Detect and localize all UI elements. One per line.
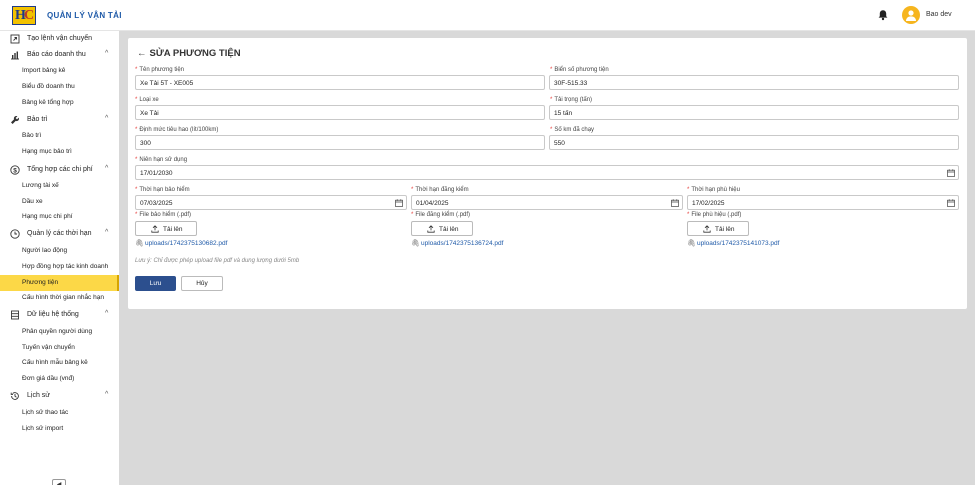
sidebar-group-revenue-report[interactable]: Báo cáo doanh thu ^ — [0, 47, 119, 63]
bell-icon[interactable] — [877, 9, 889, 21]
wrench-icon — [11, 115, 20, 124]
avatar[interactable] — [902, 6, 920, 24]
load-input[interactable]: 15 tấn — [549, 105, 959, 120]
collapse-sidebar-button[interactable]: ◀ — [52, 479, 66, 485]
load-label: * Tải trọng (tấn) — [550, 97, 593, 103]
sidebar-item-revenue-chart[interactable]: Biểu đồ doanh thu — [0, 79, 119, 95]
badge-exp-label: * Thời hạn phù hiệu — [687, 187, 740, 193]
sidebar-group-system-data[interactable]: Dữ liệu hệ thống ^ — [0, 307, 119, 323]
sidebar-item-workers[interactable]: Người lao động — [0, 243, 119, 259]
sidebar-item-cost-categories[interactable]: Hạng mục chi phí — [0, 209, 119, 225]
service-life-label: * Niên hạn sử dụng — [135, 157, 188, 163]
chevron-up-icon: ^ — [105, 391, 109, 398]
sidebar-item-fuel-price[interactable]: Đơn giá dầu (vnđ) — [0, 371, 119, 387]
sidebar-item-maintenance-categories[interactable]: Hạng mục bảo trì — [0, 144, 119, 160]
sidebar-item-business-contract[interactable]: Hợp đồng hợp tác kinh doanh — [0, 259, 119, 275]
edit-vehicle-panel: ← SỬA PHƯƠNG TIỆN * Tên phương tiện Xe Tải… — [128, 38, 967, 309]
upload-icon — [703, 225, 711, 233]
chevron-up-icon: ^ — [105, 229, 109, 236]
back-arrow-icon[interactable]: ← — [137, 48, 147, 59]
sidebar-item-summary-statement[interactable]: Bảng kê tổng hợp — [0, 95, 119, 111]
sidebar-group-history[interactable]: Lịch sử ^ — [0, 388, 119, 404]
km-input[interactable]: 550 — [549, 135, 959, 150]
paperclip-icon: 🖇 — [687, 240, 696, 247]
plate-input[interactable]: 30F-515.33 — [549, 75, 959, 90]
insurance-exp-date-input[interactable]: 07/03/2025 — [135, 195, 407, 210]
calendar-icon[interactable] — [947, 199, 955, 207]
sidebar-item-action-history[interactable]: Lịch sử thao tác — [0, 405, 119, 421]
sidebar: Tạo lệnh vận chuyển Báo cáo doanh thu ^ … — [0, 31, 119, 485]
upload-icon — [427, 225, 435, 233]
paperclip-icon: 🖇 — [135, 240, 144, 247]
badge-exp-date-input[interactable]: 17/02/2025 — [687, 195, 959, 210]
sidebar-item-create-order[interactable]: Tạo lệnh vận chuyển — [0, 31, 119, 47]
sidebar-group-costs[interactable]: $ Tổng hợp các chi phí ^ — [0, 162, 119, 178]
chevron-up-icon: ^ — [105, 165, 109, 172]
clock-icon — [10, 229, 20, 239]
paperclip-icon: 🖇 — [411, 240, 420, 247]
sidebar-item-vehicles[interactable]: Phương tiện — [0, 275, 119, 291]
vehicle-name-input[interactable]: Xe Tải 5T - XE005 — [135, 75, 545, 90]
page-title: ← SỬA PHƯƠNG TIỆN — [137, 48, 241, 59]
sidebar-item-user-permissions[interactable]: Phân quyền người dùng — [0, 324, 119, 340]
cancel-button[interactable]: Hủy — [181, 276, 223, 291]
vehicle-type-input[interactable]: Xe Tải — [135, 105, 545, 120]
service-life-date-input[interactable]: 17/01/2030 — [135, 165, 959, 180]
sidebar-item-import-history[interactable]: Lịch sử import — [0, 421, 119, 437]
external-square-icon — [10, 34, 20, 44]
calendar-icon[interactable] — [395, 199, 403, 207]
chevron-up-icon: ^ — [105, 310, 109, 317]
bar-chart-icon — [11, 51, 19, 60]
upload-icon — [151, 225, 159, 233]
badge-file-label: * File phù hiệu (.pdf) — [687, 212, 742, 218]
badge-file-link[interactable]: uploads/1742375141073.pdf — [697, 240, 779, 247]
vehicle-name-label: * Tên phương tiện — [135, 67, 184, 73]
fuel-norm-label: * Định mức tiêu hao (lít/100km) — [135, 127, 219, 133]
vehicle-type-label: * Loại xe — [135, 97, 159, 103]
km-label: * Số km đã chạy — [550, 127, 595, 133]
user-name[interactable]: Bao dev — [926, 11, 952, 18]
inspection-file-link[interactable]: uploads/1742375136724.pdf — [421, 240, 503, 247]
plate-label: * Biển số phương tiện — [550, 67, 609, 73]
sidebar-item-reminder-config[interactable]: Cấu hình thời gian nhắc hạn — [0, 290, 119, 306]
sidebar-item-driver-salary[interactable]: Lương tài xế — [0, 178, 119, 194]
app-logo[interactable]: HC — [12, 6, 36, 25]
insurance-file-link[interactable]: uploads/1742375130682.pdf — [145, 240, 227, 247]
sidebar-item-fuel[interactable]: Dầu xe — [0, 194, 119, 210]
sidebar-item-maintenance[interactable]: Bảo trì — [0, 128, 119, 144]
fuel-norm-input[interactable]: 300 — [135, 135, 545, 150]
sidebar-item-statement-template[interactable]: Cấu hình mẫu bảng kê — [0, 355, 119, 371]
save-button[interactable]: Lưu — [135, 276, 176, 291]
sidebar-group-maintenance[interactable]: Bảo trì ^ — [0, 112, 119, 128]
inspection-file-label: * File đăng kiểm (.pdf) — [411, 212, 471, 218]
chevron-up-icon: ^ — [105, 50, 109, 57]
dollar-circle-icon: $ — [10, 165, 20, 175]
upload-note: Lưu ý: Chỉ được phép upload file pdf và … — [135, 258, 300, 264]
sidebar-group-deadlines[interactable]: Quản lý các thời hạn ^ — [0, 226, 119, 242]
sidebar-item-import-statement[interactable]: Import bảng kê — [0, 63, 119, 79]
calendar-icon[interactable] — [671, 199, 679, 207]
insurance-upload-button[interactable]: Tải lên — [135, 221, 197, 236]
insurance-file-label: * File bảo hiểm (.pdf) — [135, 212, 192, 218]
app-title: QUẢN LÝ VẬN TẢI — [47, 11, 122, 20]
user-icon — [906, 10, 916, 21]
sidebar-item-routes[interactable]: Tuyến vận chuyển — [0, 340, 119, 356]
insurance-exp-label: * Thời hạn bảo hiểm — [135, 187, 190, 193]
inspection-exp-label: * Thời hạn đăng kiểm — [411, 187, 469, 193]
top-header: HC QUẢN LÝ VẬN TẢI Bao dev — [0, 0, 975, 31]
history-icon — [10, 392, 19, 400]
svg-text:$: $ — [13, 167, 17, 174]
inspection-exp-date-input[interactable]: 01/04/2025 — [411, 195, 683, 210]
calendar-icon[interactable] — [947, 169, 955, 177]
inspection-upload-button[interactable]: Tải lên — [411, 221, 473, 236]
main-content: ← SỬA PHƯƠNG TIỆN * Tên phương tiện Xe Tải… — [119, 31, 975, 485]
badge-upload-button[interactable]: Tải lên — [687, 221, 749, 236]
chevron-up-icon: ^ — [105, 115, 109, 122]
database-icon — [11, 310, 19, 320]
